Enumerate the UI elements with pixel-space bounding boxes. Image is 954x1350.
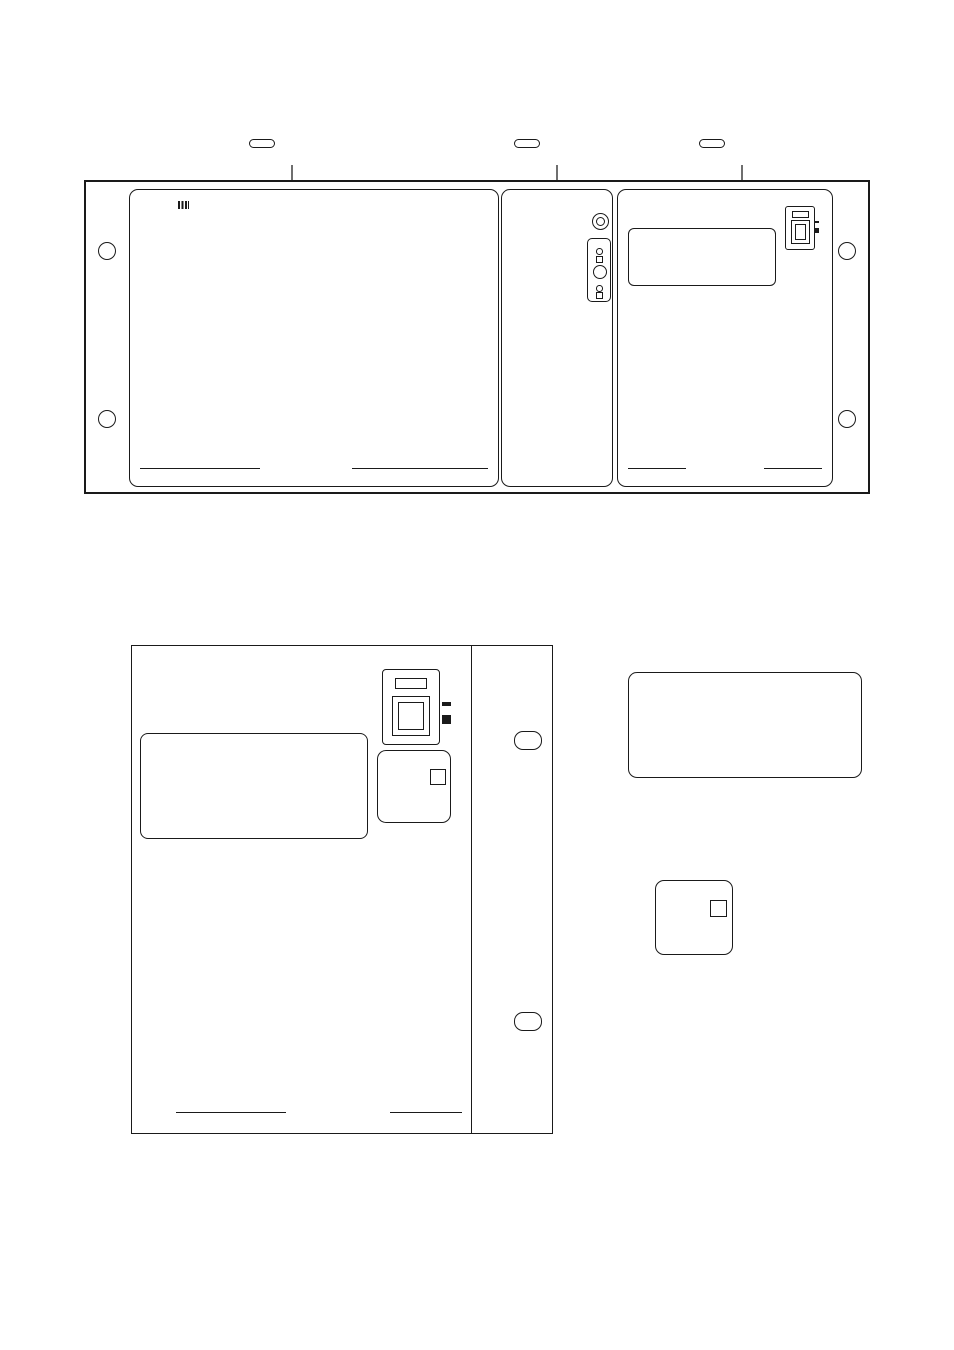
power-on-label: [814, 220, 819, 225]
rc-off-knob[interactable]: [593, 265, 607, 279]
section-a-panel: [617, 189, 833, 487]
power-on-marker: [814, 220, 819, 223]
section-b-stem: [291, 165, 293, 181]
arc-button[interactable]: [596, 256, 603, 263]
section-b-panel: [129, 189, 499, 487]
arc-led: [596, 248, 603, 255]
rack-hole-bottom-left: [98, 410, 116, 428]
detail-power-off: [442, 715, 453, 726]
detail-lock-button[interactable]: [430, 769, 446, 785]
mixer-front-panel-illustration: [84, 180, 870, 494]
power-off-marker: [814, 228, 819, 233]
power-switch[interactable]: [791, 220, 810, 244]
device-eq-panel: [628, 228, 776, 286]
manual-page: [0, 0, 954, 1350]
input-rule-left: [140, 468, 260, 470]
brand-model-text: [178, 201, 197, 210]
power-off-label: [814, 228, 819, 233]
rc-off-button[interactable]: [596, 292, 603, 299]
detail-off-marker: [442, 715, 451, 724]
section-c-callout: [514, 139, 540, 148]
input-rule-right: [352, 468, 488, 470]
power-switch-frame: [785, 206, 815, 250]
detail-power-frame: [382, 669, 440, 745]
detail-output-rule-left: [176, 1112, 286, 1114]
section-a-callout: [699, 139, 725, 148]
section-c-stem: [556, 165, 558, 181]
output-rule-right: [764, 468, 822, 470]
rack-hole-top-left: [98, 242, 116, 260]
arc-rc-off-cluster: [587, 238, 611, 302]
st2-n-knob[interactable]: [592, 213, 609, 230]
detail-power-indicator: [395, 678, 427, 689]
status-blowup-panel: [655, 880, 733, 955]
status-blowup-lock-button[interactable]: [710, 900, 727, 917]
detail-on-marker: [442, 702, 451, 706]
detail-chassis-hole-top: [514, 731, 542, 750]
section-c-panel: [501, 189, 613, 487]
detail-status-panel: [377, 750, 451, 823]
eq-blowup-panel: [628, 672, 862, 778]
detail-power-switch[interactable]: [392, 696, 430, 736]
detail-panel-divider: [471, 646, 473, 1133]
power-indicator-slot: [792, 211, 809, 218]
section-a-detail-illustration: [131, 645, 553, 1134]
section-a-stem: [741, 165, 743, 181]
section-b-callout: [249, 139, 275, 148]
detail-output-rule-right: [390, 1112, 462, 1114]
rack-hole-bottom-right: [838, 410, 856, 428]
detail-eq-panel: [140, 733, 368, 839]
output-rule-left: [628, 468, 686, 470]
detail-chassis-hole-bottom: [514, 1012, 542, 1031]
toa-logo-icon: [178, 201, 189, 209]
rc-off-led: [596, 285, 603, 292]
rack-hole-top-right: [838, 242, 856, 260]
detail-power-on: [442, 700, 453, 711]
